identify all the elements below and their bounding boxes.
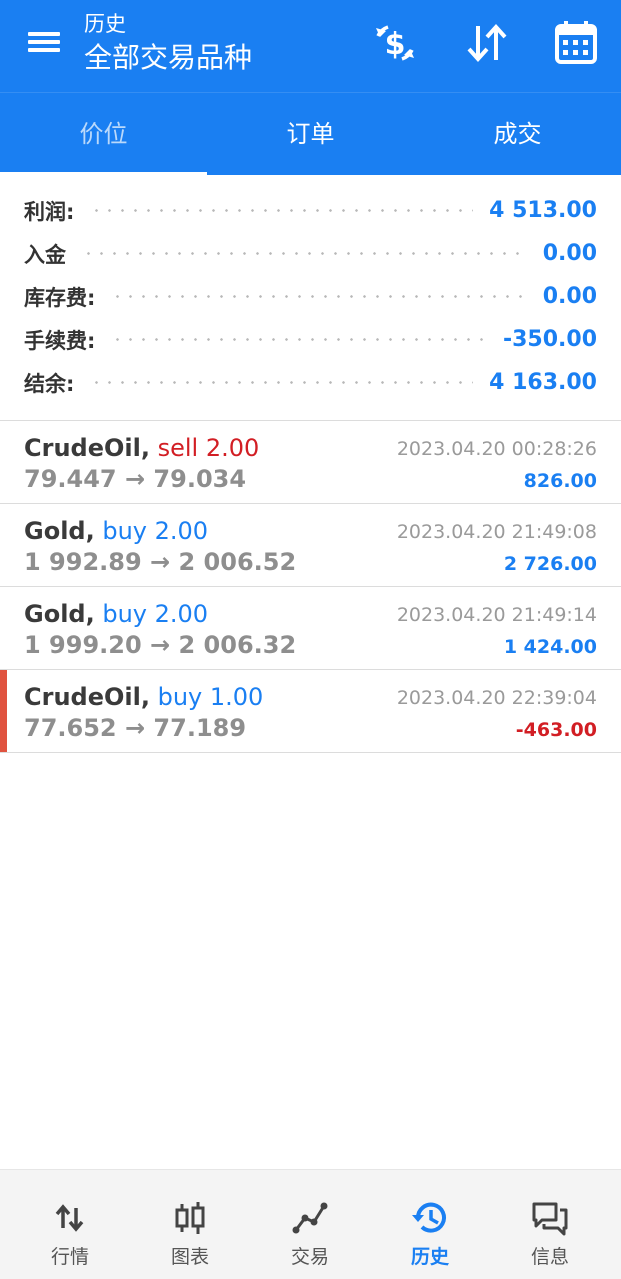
tab-deals[interactable]: 成交 (414, 93, 621, 176)
summary-row-deposit: 入金 0.00 (24, 232, 597, 275)
deal-side: sell 2.00 (157, 434, 260, 462)
summary-value: 4 163.00 (489, 370, 597, 395)
dotted-leader (111, 338, 487, 341)
deal-symbol: Gold, (24, 517, 95, 545)
nav-label: 历史 (410, 1246, 449, 1268)
tab-orders[interactable]: 订单 (207, 93, 414, 176)
summary-value: 0.00 (542, 241, 597, 266)
tab-prices-label: 价位 (79, 120, 128, 148)
summary-row-commission: 手续费: -350.00 (24, 318, 597, 361)
deal-prices: 1 999.20 → 2 006.32 (24, 631, 297, 659)
chart-icon (175, 1202, 205, 1234)
summary-panel: 利润: 4 513.00 入金 0.00 库存费: 0.00 手续费: -350… (0, 175, 621, 421)
history-icon (412, 1202, 446, 1233)
deal-symbol: Gold, (24, 600, 95, 628)
currency-exchange-icon[interactable]: $ (370, 18, 420, 68)
tab-deals-label: 成交 (493, 120, 542, 148)
header-title[interactable]: 全部交易品种 (84, 38, 252, 78)
summary-row-profit: 利润: 4 513.00 (24, 189, 597, 232)
deal-row[interactable]: Gold, buy 2.00 1 999.20 → 2 006.32 2023.… (0, 587, 621, 670)
nav-chart[interactable]: 图表 (130, 1170, 250, 1279)
deal-time: 2023.04.20 22:39:04 (396, 687, 597, 709)
deal-row[interactable]: CrudeOil, sell 2.00 79.447 → 79.034 2023… (0, 421, 621, 504)
nav-history[interactable]: 历史 (370, 1170, 490, 1279)
loss-marker (0, 670, 7, 752)
tab-prices[interactable]: 价位 (0, 93, 207, 176)
deal-profit: 2 726.00 (503, 553, 597, 575)
sort-icon[interactable] (462, 18, 512, 68)
deal-prices: 79.447 → 79.034 (24, 465, 247, 493)
summary-label: 结余: (24, 371, 75, 396)
svg-text:$: $ (385, 27, 406, 62)
nav-label: 交易 (290, 1246, 329, 1268)
deal-title: Gold, buy 2.00 (24, 599, 208, 629)
messages-icon (532, 1202, 568, 1236)
summary-value: -350.00 (502, 327, 597, 352)
deal-symbol: CrudeOil, (24, 434, 150, 462)
summary-label: 利润: (24, 199, 75, 224)
nav-label: 行情 (50, 1246, 89, 1268)
deal-profit: -463.00 (515, 719, 597, 741)
app-header: 历史 全部交易品种 $ (0, 0, 621, 92)
summary-row-balance: 结余: 4 163.00 (24, 361, 597, 404)
deal-time: 2023.04.20 00:28:26 (396, 438, 597, 460)
deal-row[interactable]: Gold, buy 2.00 1 992.89 → 2 006.52 2023.… (0, 504, 621, 587)
summary-value: 0.00 (542, 284, 597, 309)
summary-label: 手续费: (24, 328, 96, 353)
dotted-leader (82, 252, 527, 255)
summary-row-swap: 库存费: 0.00 (24, 275, 597, 318)
calendar-icon[interactable] (551, 18, 601, 68)
deal-profit: 826.00 (523, 470, 597, 492)
deal-side: buy 2.00 (102, 517, 209, 545)
dotted-leader (111, 295, 527, 298)
nav-label: 图表 (170, 1246, 209, 1268)
bottom-navigation: 行情 图表 交易 历史 信息 (0, 1169, 621, 1279)
deal-time: 2023.04.20 21:49:14 (396, 604, 597, 626)
dotted-leader (90, 209, 474, 212)
quotes-icon (55, 1204, 84, 1232)
deal-row[interactable]: CrudeOil, buy 1.00 77.652 → 77.189 2023.… (0, 670, 621, 753)
deal-title: CrudeOil, buy 1.00 (24, 682, 263, 712)
tab-orders-label: 订单 (286, 120, 335, 148)
tab-bar: 价位 订单 成交 (0, 92, 621, 176)
dotted-leader (90, 381, 474, 384)
menu-icon[interactable] (28, 28, 68, 62)
deal-symbol: CrudeOil, (24, 683, 150, 711)
nav-label: 信息 (530, 1246, 569, 1268)
header-titles: 历史 全部交易品种 (84, 10, 252, 78)
nav-quotes[interactable]: 行情 (10, 1170, 130, 1279)
deal-prices: 1 992.89 → 2 006.52 (24, 548, 297, 576)
deal-title: CrudeOil, sell 2.00 (24, 433, 259, 463)
summary-value: 4 513.00 (489, 198, 597, 223)
deal-time: 2023.04.20 21:49:08 (396, 521, 597, 543)
deal-side: buy 1.00 (157, 683, 264, 711)
deal-profit: 1 424.00 (503, 636, 597, 658)
trade-icon (292, 1202, 328, 1234)
nav-trade[interactable]: 交易 (250, 1170, 370, 1279)
deal-side: buy 2.00 (102, 600, 209, 628)
header-subtitle: 历史 (84, 12, 126, 36)
summary-label: 库存费: (24, 285, 96, 310)
summary-label: 入金 (24, 242, 66, 267)
deal-title: Gold, buy 2.00 (24, 516, 208, 546)
nav-messages[interactable]: 信息 (490, 1170, 610, 1279)
deal-prices: 77.652 → 77.189 (24, 714, 247, 742)
